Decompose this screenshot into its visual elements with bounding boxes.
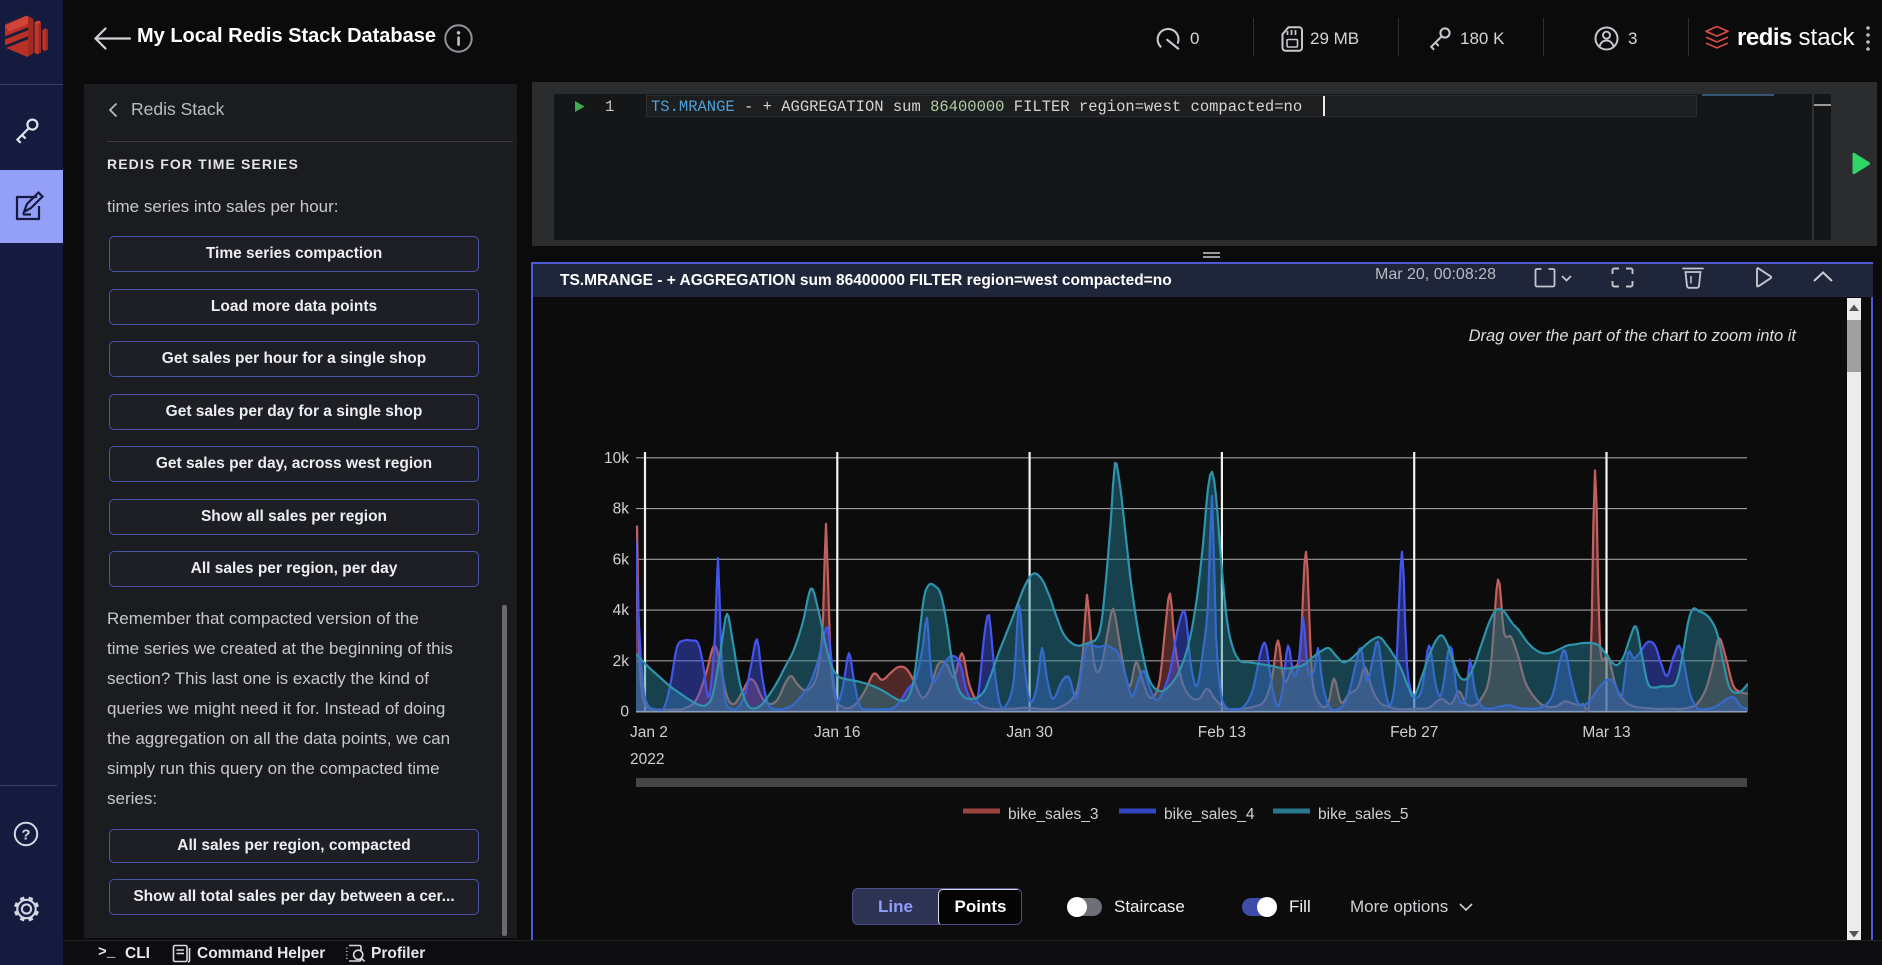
svg-text:8k: 8k	[613, 501, 630, 518]
svg-text:2022: 2022	[630, 751, 664, 768]
svg-text:Jan 30: Jan 30	[1006, 724, 1053, 741]
svg-text:Jan 16: Jan 16	[814, 724, 861, 741]
svg-text:Jan 2: Jan 2	[630, 724, 668, 741]
svg-text:6k: 6k	[613, 551, 630, 568]
svg-text:Feb 13: Feb 13	[1198, 724, 1246, 741]
svg-text:10k: 10k	[604, 450, 629, 467]
svg-text:2k: 2k	[613, 653, 630, 670]
svg-text:bike_sales_3: bike_sales_3	[1008, 806, 1098, 823]
svg-text:Mar 13: Mar 13	[1582, 724, 1630, 741]
svg-text:Feb 27: Feb 27	[1390, 724, 1438, 741]
svg-text:bike_sales_5: bike_sales_5	[1318, 806, 1408, 823]
svg-text:4k: 4k	[613, 602, 630, 619]
svg-text:0: 0	[620, 704, 629, 721]
svg-text:bike_sales_4: bike_sales_4	[1164, 806, 1255, 823]
svg-text:?: ?	[21, 827, 30, 844]
